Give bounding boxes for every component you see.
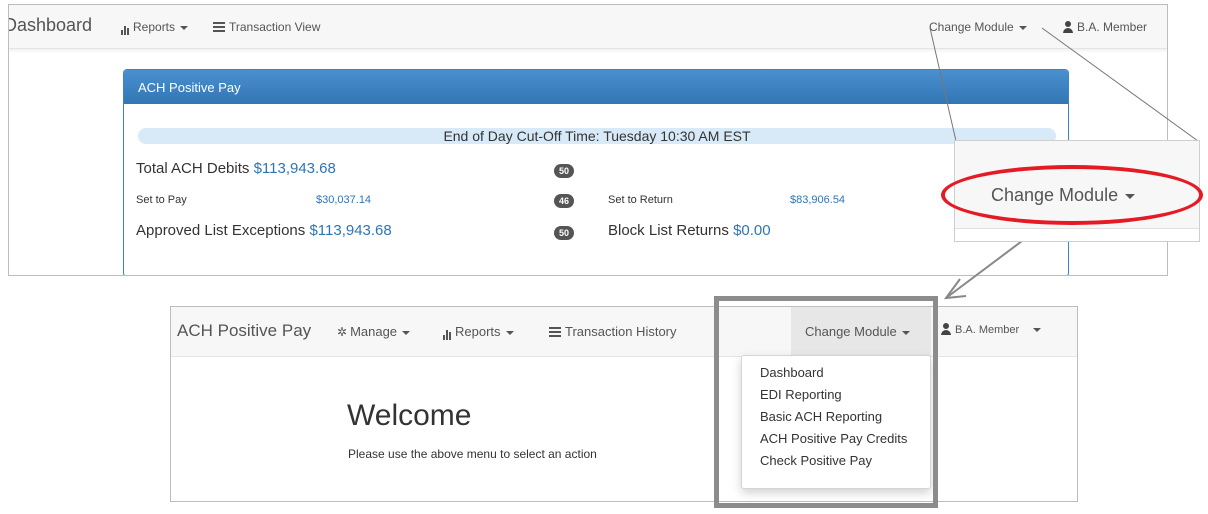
reports-label: Reports bbox=[133, 20, 176, 34]
total-debits-label: Total ACH Debits bbox=[136, 160, 250, 177]
bottom-navbar: ACH Positive Pay ✲ Manage Reports Transac… bbox=[171, 307, 1077, 357]
change-module-label: Change Module bbox=[929, 20, 1014, 34]
ach-positive-pay-panel: ACH Positive Pay End of Day Cut-Off Time… bbox=[123, 69, 1069, 275]
total-debits-value[interactable]: $113,943.68 bbox=[254, 160, 336, 177]
set-to-return-label: Set to Return bbox=[608, 194, 673, 206]
cutoff-time-bar: End of Day Cut-Off Time: Tuesday 10:30 A… bbox=[138, 128, 1056, 144]
total-ach-debits: Total ACH Debits $113,943.68 bbox=[136, 160, 336, 177]
red-highlight-ellipse bbox=[941, 165, 1203, 225]
user-icon bbox=[1063, 21, 1073, 33]
approved-count-badge: 50 bbox=[554, 226, 574, 240]
brand-dashboard-link[interactable]: Dashboard bbox=[9, 15, 92, 36]
reports-menu-bottom[interactable]: Reports bbox=[443, 324, 514, 340]
arrow-head bbox=[943, 278, 967, 300]
approved-value[interactable]: $113,943.68 bbox=[309, 222, 391, 239]
gear-icon: ✲ bbox=[337, 325, 348, 339]
set-to-return-value[interactable]: $83,906.54 bbox=[790, 194, 845, 206]
bar-chart-icon bbox=[121, 21, 130, 35]
block-list-returns: Block List Returns $0.00 bbox=[608, 222, 771, 239]
chevron-down-icon bbox=[1018, 25, 1027, 30]
set-to-pay-value[interactable]: $30,037.14 bbox=[316, 194, 371, 206]
chevron-down-icon bbox=[505, 330, 514, 335]
manage-label: Manage bbox=[350, 324, 398, 339]
user-menu-bottom[interactable]: B.A. Member bbox=[941, 323, 1042, 336]
transaction-view-label: Transaction View bbox=[229, 20, 321, 34]
chevron-down-icon bbox=[402, 330, 411, 335]
total-debits-count-badge: 50 bbox=[554, 164, 574, 178]
approved-list-exceptions: Approved List Exceptions $113,943.68 bbox=[136, 222, 392, 239]
set-to-pay-count-badge: 46 bbox=[554, 194, 574, 208]
approved-label: Approved List Exceptions bbox=[136, 222, 306, 239]
block-value[interactable]: $0.00 bbox=[733, 222, 771, 239]
manage-menu[interactable]: ✲ Manage bbox=[337, 324, 411, 339]
user-label-bottom: B.A. Member bbox=[955, 324, 1020, 336]
welcome-screenshot: ACH Positive Pay ✲ Manage Reports Transac… bbox=[170, 306, 1078, 502]
block-label: Block List Returns bbox=[608, 222, 729, 239]
user-label: B.A. Member bbox=[1077, 20, 1148, 34]
transaction-history-link[interactable]: Transaction History bbox=[549, 324, 677, 339]
chevron-down-icon bbox=[180, 25, 189, 30]
chevron-down-icon bbox=[1033, 328, 1042, 333]
zoom-inset: Change Module bbox=[941, 140, 1203, 242]
top-navbar: Dashboard Reports Transaction View Chang… bbox=[9, 5, 1167, 49]
list-icon bbox=[213, 22, 225, 32]
user-menu[interactable]: B.A. Member bbox=[1063, 20, 1147, 34]
welcome-instructions: Please use the above menu to select an a… bbox=[348, 447, 597, 461]
brand-ach-positive-pay-link[interactable]: ACH Positive Pay bbox=[177, 321, 311, 341]
gray-highlight-box bbox=[714, 296, 938, 508]
user-icon bbox=[941, 323, 951, 335]
reports-label-bottom: Reports bbox=[455, 324, 501, 339]
set-to-pay-label: Set to Pay bbox=[136, 194, 187, 206]
transaction-history-label: Transaction History bbox=[565, 324, 677, 339]
list-icon bbox=[549, 327, 561, 337]
welcome-heading: Welcome bbox=[347, 399, 472, 432]
change-module-menu[interactable]: Change Module bbox=[929, 20, 1027, 34]
transaction-view-link[interactable]: Transaction View bbox=[213, 20, 320, 34]
reports-menu[interactable]: Reports bbox=[121, 20, 189, 35]
bar-chart-icon bbox=[443, 325, 452, 340]
panel-title: ACH Positive Pay bbox=[124, 70, 1068, 104]
